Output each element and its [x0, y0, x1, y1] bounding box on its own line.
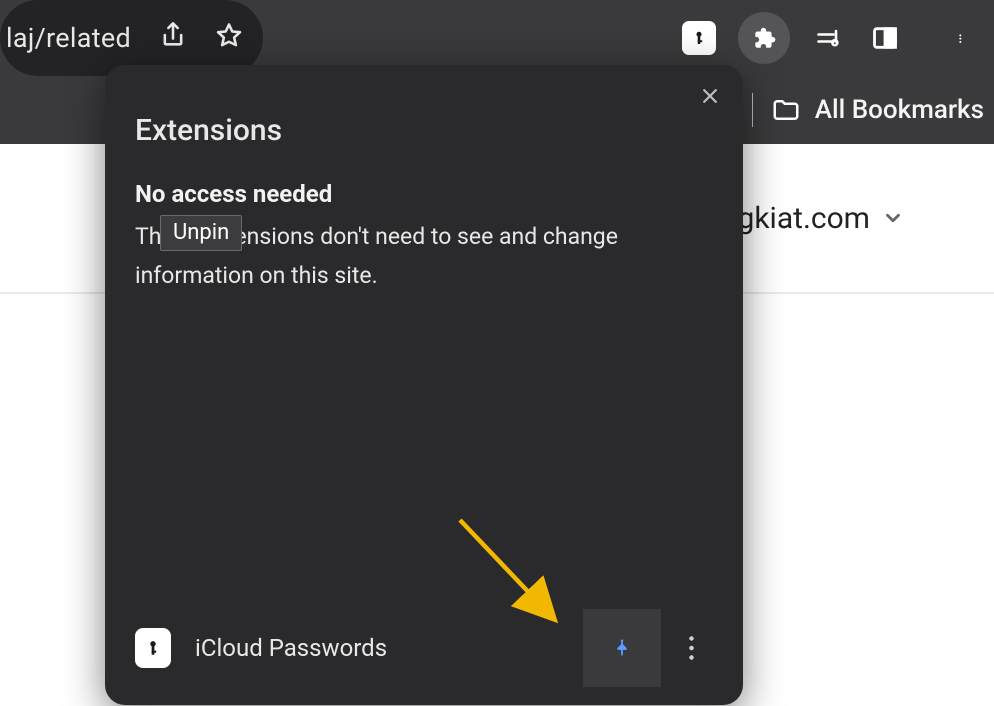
extension-more-icon[interactable] — [669, 618, 713, 678]
chrome-menu-icon[interactable] — [946, 21, 980, 55]
section-heading: No access needed — [135, 180, 713, 208]
side-panel-icon[interactable] — [868, 21, 902, 55]
extension-actions — [583, 609, 713, 687]
popup-title: Extensions — [135, 113, 713, 148]
share-icon[interactable] — [159, 21, 187, 56]
unpin-tooltip: Unpin — [160, 215, 242, 251]
page-domain-label: gkiat.com — [737, 201, 870, 236]
all-bookmarks-button[interactable]: All Bookmarks — [771, 95, 984, 125]
extension-key-icon — [135, 628, 171, 668]
password-manager-icon[interactable] — [682, 21, 716, 55]
media-controls-icon[interactable] — [812, 21, 846, 55]
extensions-popup: Extensions No access needed These extens… — [105, 65, 743, 705]
url-fragment: laj/related — [6, 22, 131, 54]
all-bookmarks-label: All Bookmarks — [815, 95, 984, 125]
close-icon[interactable] — [695, 81, 725, 111]
extension-row[interactable]: iCloud Passwords — [135, 609, 713, 687]
divider — [752, 93, 753, 127]
bookmark-star-icon[interactable] — [215, 21, 243, 56]
extensions-puzzle-icon[interactable] — [738, 12, 790, 64]
extension-name: iCloud Passwords — [195, 634, 387, 662]
pin-button[interactable] — [583, 609, 661, 687]
